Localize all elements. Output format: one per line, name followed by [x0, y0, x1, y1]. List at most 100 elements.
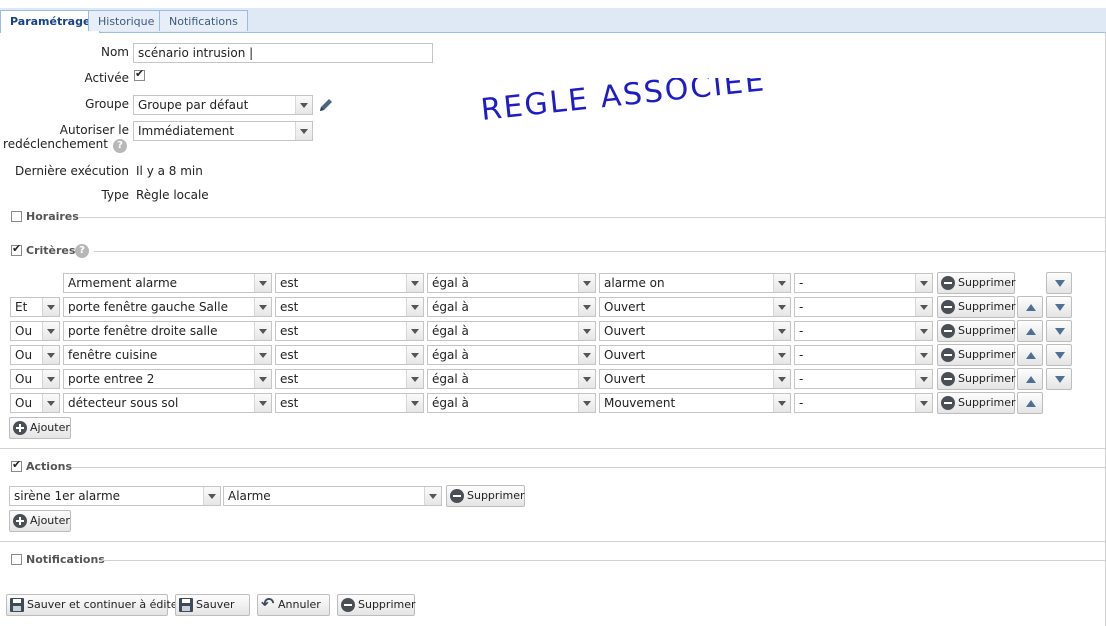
chevron-down-icon[interactable]: [42, 322, 59, 340]
criterion-comparator-select[interactable]: égal à: [427, 321, 596, 341]
chevron-down-icon[interactable]: [773, 370, 790, 388]
chevron-down-icon[interactable]: [424, 487, 441, 505]
move-down-icon[interactable]: [1046, 368, 1072, 390]
chevron-down-icon[interactable]: [406, 370, 423, 388]
chevron-down-icon[interactable]: [915, 346, 932, 364]
help-icon[interactable]: ?: [113, 139, 127, 153]
chevron-down-icon[interactable]: [578, 274, 595, 292]
criterion-value-select[interactable]: alarme on: [599, 273, 791, 293]
actions-checkbox[interactable]: [11, 458, 22, 472]
criterion-extra-select[interactable]: -: [794, 321, 933, 341]
delete-criterion-button[interactable]: Supprimer: [937, 320, 1016, 342]
criterion-device-select[interactable]: Armement alarme: [63, 273, 272, 293]
chevron-down-icon[interactable]: [406, 298, 423, 316]
chevron-down-icon[interactable]: [295, 122, 312, 140]
delete-button[interactable]: Supprimer: [337, 594, 416, 616]
chevron-down-icon[interactable]: [915, 394, 932, 412]
horaires-checkbox[interactable]: [11, 211, 22, 222]
tab-notifications[interactable]: Notifications: [159, 10, 248, 31]
chevron-down-icon[interactable]: [42, 298, 59, 316]
chevron-down-icon[interactable]: [295, 96, 312, 114]
chevron-down-icon[interactable]: [254, 394, 271, 412]
chevron-down-icon[interactable]: [406, 274, 423, 292]
nom-input[interactable]: scénario intrusion |: [133, 43, 433, 63]
criterion-operator-select[interactable]: est: [275, 369, 424, 389]
criterion-extra-select[interactable]: -: [794, 297, 933, 317]
chevron-down-icon[interactable]: [254, 370, 271, 388]
criterion-operator-select[interactable]: est: [275, 273, 424, 293]
criterion-operator-select[interactable]: est: [275, 345, 424, 365]
criterion-connector-select[interactable]: Et: [10, 297, 60, 317]
chevron-down-icon[interactable]: [578, 370, 595, 388]
chevron-down-icon[interactable]: [42, 394, 59, 412]
chevron-down-icon[interactable]: [915, 370, 932, 388]
delete-criterion-button[interactable]: Supprimer: [937, 368, 1016, 390]
move-down-icon[interactable]: [1046, 344, 1072, 366]
criterion-device-select[interactable]: porte fenêtre droite salle: [63, 321, 272, 341]
criterion-connector-select[interactable]: Ou: [10, 321, 60, 341]
criterion-extra-select[interactable]: -: [794, 393, 933, 413]
criteres-checkbox[interactable]: [11, 242, 22, 256]
criterion-extra-select[interactable]: -: [794, 345, 933, 365]
chevron-down-icon[interactable]: [578, 322, 595, 340]
criterion-connector-select[interactable]: Ou: [10, 393, 60, 413]
notifications-checkbox[interactable]: [11, 554, 22, 565]
chevron-down-icon[interactable]: [773, 346, 790, 364]
criterion-device-select[interactable]: fenêtre cuisine: [63, 345, 272, 365]
criterion-comparator-select[interactable]: égal à: [427, 393, 596, 413]
criterion-device-select[interactable]: porte fenêtre gauche Salle: [63, 297, 272, 317]
move-up-icon[interactable]: [1017, 368, 1043, 390]
save-button[interactable]: Sauver: [175, 594, 250, 616]
chevron-down-icon[interactable]: [578, 394, 595, 412]
groupe-select[interactable]: Groupe par défaut: [133, 95, 313, 115]
chevron-down-icon[interactable]: [254, 346, 271, 364]
criterion-value-select[interactable]: Ouvert: [599, 297, 791, 317]
chevron-down-icon[interactable]: [773, 322, 790, 340]
edit-pencil-icon[interactable]: [317, 96, 335, 114]
chevron-down-icon[interactable]: [773, 298, 790, 316]
chevron-down-icon[interactable]: [915, 322, 932, 340]
criterion-extra-select[interactable]: -: [794, 369, 933, 389]
criterion-operator-select[interactable]: est: [275, 297, 424, 317]
autoriser-select[interactable]: Immédiatement: [133, 121, 313, 141]
chevron-down-icon[interactable]: [203, 487, 220, 505]
delete-action-button[interactable]: Supprimer: [446, 485, 525, 507]
move-up-icon[interactable]: [1017, 296, 1043, 318]
action-device-select[interactable]: sirène 1er alarme: [9, 486, 221, 506]
action-value-select[interactable]: Alarme: [223, 486, 442, 506]
criterion-value-select[interactable]: Mouvement: [599, 393, 791, 413]
criterion-comparator-select[interactable]: égal à: [427, 273, 596, 293]
move-up-icon[interactable]: [1017, 344, 1043, 366]
delete-criterion-button[interactable]: Supprimer: [937, 392, 1016, 414]
tab-parametrage[interactable]: Paramétrage: [0, 10, 101, 33]
criterion-device-select[interactable]: porte entree 2: [63, 369, 272, 389]
chevron-down-icon[interactable]: [578, 298, 595, 316]
delete-criterion-button[interactable]: Supprimer: [937, 272, 1016, 294]
chevron-down-icon[interactable]: [773, 394, 790, 412]
criterion-value-select[interactable]: Ouvert: [599, 345, 791, 365]
criterion-extra-select[interactable]: -: [794, 273, 933, 293]
criterion-value-select[interactable]: Ouvert: [599, 369, 791, 389]
criterion-device-select[interactable]: détecteur sous sol: [63, 393, 272, 413]
criterion-comparator-select[interactable]: égal à: [427, 297, 596, 317]
chevron-down-icon[interactable]: [773, 274, 790, 292]
chevron-down-icon[interactable]: [406, 322, 423, 340]
chevron-down-icon[interactable]: [915, 274, 932, 292]
chevron-down-icon[interactable]: [254, 322, 271, 340]
save-and-continue-button[interactable]: Sauver et continuer à éditer: [6, 594, 182, 616]
move-down-icon[interactable]: [1046, 296, 1072, 318]
move-down-icon[interactable]: [1046, 272, 1072, 294]
delete-criterion-button[interactable]: Supprimer: [937, 296, 1016, 318]
chevron-down-icon[interactable]: [915, 298, 932, 316]
criterion-value-select[interactable]: Ouvert: [599, 321, 791, 341]
criterion-comparator-select[interactable]: égal à: [427, 369, 596, 389]
move-up-icon[interactable]: [1017, 320, 1043, 342]
criterion-operator-select[interactable]: est: [275, 321, 424, 341]
criterion-comparator-select[interactable]: égal à: [427, 345, 596, 365]
criterion-operator-select[interactable]: est: [275, 393, 424, 413]
activee-checkbox[interactable]: [134, 67, 145, 81]
criterion-connector-select[interactable]: Ou: [10, 369, 60, 389]
chevron-down-icon[interactable]: [42, 370, 59, 388]
criterion-connector-select[interactable]: Ou: [10, 345, 60, 365]
move-up-icon[interactable]: [1017, 392, 1043, 414]
